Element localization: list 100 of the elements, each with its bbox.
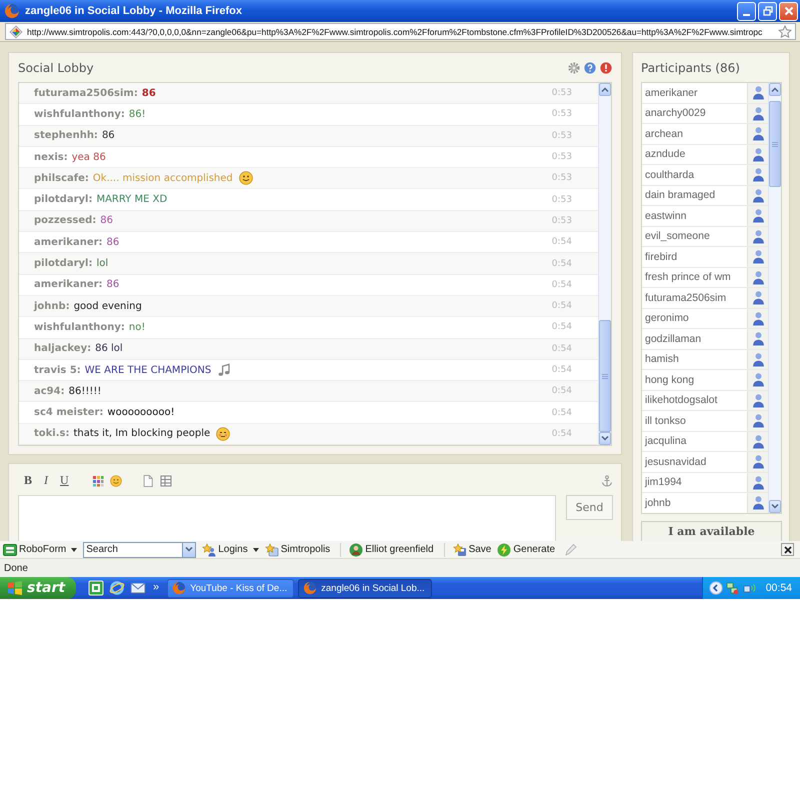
network-icon[interactable] [726, 581, 740, 595]
user-icon-cell[interactable] [747, 206, 768, 226]
restore-button[interactable] [758, 2, 777, 20]
help-icon[interactable] [584, 62, 596, 74]
user-icon-cell[interactable] [747, 144, 768, 164]
format-button[interactable]: I [41, 473, 52, 488]
toolbar-button[interactable]: Elliot greenfield [340, 542, 434, 556]
lightning-icon [497, 542, 512, 556]
user-icon [752, 270, 764, 285]
wireless-icon[interactable] [742, 581, 757, 595]
send-button[interactable]: Send [566, 495, 613, 520]
timestamp: 0:54 [552, 344, 572, 354]
user-icon [752, 331, 764, 346]
timestamp: 0:54 [552, 322, 572, 332]
scrollbar[interactable] [768, 83, 781, 513]
menu-button[interactable]: Logins [202, 542, 259, 556]
dropdown-button[interactable] [182, 542, 196, 558]
user-icon [752, 474, 764, 490]
user-icon-cell[interactable] [747, 247, 768, 266]
form-icon [3, 542, 17, 556]
toolbar-button[interactable]: Simtropolis [264, 542, 330, 556]
user-icon-cell[interactable] [747, 411, 768, 430]
timestamp: 0:54 [552, 280, 572, 290]
format-button[interactable]: U [57, 473, 72, 488]
grip-icon [772, 142, 778, 146]
clock: 00:54 [766, 582, 792, 594]
anchor-icon[interactable] [601, 474, 613, 486]
restore-icon [762, 6, 772, 16]
message-text: 86 lol [95, 343, 123, 354]
user-icon-cell[interactable] [747, 308, 768, 328]
toolbar-button[interactable]: Generate [497, 542, 556, 556]
user-icon-cell[interactable] [747, 432, 768, 451]
address-field[interactable]: http://www.simtropolis.com:443/?0,0,0,0,0&nn=zangle06&pu=http%3A%2F%2Fwww.simtropolis.com%2Fforum%2Ftombstone.cfm%3FProfileID%3D200526&au=http%3A%2F%2Fwww.simtropc [5, 23, 796, 40]
message-text: yea 86 [72, 152, 106, 163]
user-icon-cell[interactable] [747, 288, 768, 308]
format-button[interactable]: B [21, 473, 36, 488]
minimize-button[interactable] [737, 2, 756, 20]
chevron-icon[interactable] [708, 581, 723, 595]
caret-down-icon [185, 547, 194, 552]
user-icon-cell[interactable] [747, 104, 768, 123]
toolbar-button[interactable]: Save [444, 542, 492, 556]
close-icon [784, 6, 794, 16]
app-icon[interactable] [88, 580, 104, 596]
planet-icon[interactable] [109, 580, 125, 596]
user-icon-cell[interactable] [747, 472, 768, 492]
message-input[interactable] [18, 495, 556, 541]
table-icon[interactable] [160, 474, 172, 486]
timestamp: 0:53 [552, 109, 572, 120]
username: wishfulanthony: [34, 322, 125, 333]
status-button[interactable]: I am available [641, 521, 782, 541]
color-grid-icon[interactable] [92, 474, 104, 486]
user-icon-cell[interactable] [747, 124, 768, 144]
star-icon[interactable] [778, 24, 792, 38]
user-icon-cell[interactable] [747, 370, 768, 390]
scrollbar-thumb[interactable] [769, 101, 781, 187]
taskbar-button[interactable]: zangle06 in Social Lob... [298, 578, 432, 598]
user-icon [752, 228, 764, 244]
page-icon[interactable] [142, 474, 154, 486]
user-icon-cell[interactable] [747, 493, 768, 512]
timestamp: 0:54 [552, 386, 572, 396]
username: travis 5: [34, 364, 81, 376]
user-icon-cell[interactable] [747, 186, 768, 205]
message-text: 86 [102, 130, 115, 142]
scroll-down-button[interactable] [769, 500, 781, 513]
flag-icon [7, 580, 23, 596]
taskbar-button[interactable]: YouTube - Kiss of De... [167, 578, 294, 598]
scrollbar-thumb[interactable] [599, 320, 611, 432]
user-icon-cell[interactable] [747, 350, 768, 369]
mail-icon[interactable] [130, 580, 146, 596]
user-icon-cell[interactable] [747, 329, 768, 348]
scroll-down-button[interactable] [599, 432, 611, 445]
timestamp: 0:54 [552, 237, 572, 248]
username: ac94: [34, 386, 65, 397]
start-button[interactable]: start [0, 577, 76, 599]
scroll-up-button[interactable] [599, 83, 611, 96]
smiley-icon[interactable] [110, 474, 122, 486]
swirl-globe-icon [303, 581, 318, 595]
more-button[interactable]: » [151, 581, 160, 593]
user-icon-cell[interactable] [747, 226, 768, 246]
user-icon-cell[interactable] [747, 165, 768, 184]
user-icon [752, 290, 764, 306]
caret-up-icon [771, 87, 779, 92]
user-icon-cell[interactable] [747, 452, 768, 472]
menu-button[interactable]: RoboForm [3, 542, 78, 556]
user-icon-cell[interactable] [747, 390, 768, 410]
star-card-icon [264, 542, 279, 556]
close-button[interactable] [781, 543, 794, 556]
search-field[interactable]: Search [83, 542, 182, 558]
user-icon [752, 392, 764, 408]
scroll-up-button[interactable] [769, 83, 781, 96]
scrollbar[interactable] [598, 83, 611, 445]
user-icon-cell[interactable] [747, 83, 768, 102]
alert-icon[interactable] [600, 62, 612, 74]
user-icon [752, 454, 764, 470]
url-text: http://www.simtropolis.com:443/?0,0,0,0,0&nn=zangle06&pu=http%3A%2F%2Fwww.simtropolis.com%2Fforum%2Ftombstone.cfm%3FProfileID%3D200526&au=http%3A%2F%2Fwww.simtropc [27, 26, 764, 36]
settings-icon[interactable] [568, 62, 580, 74]
message-text: wooooooooo! [107, 407, 175, 418]
window-title: zangle06 in Social Lobby - Mozilla Firefox [25, 5, 243, 17]
close-icon [782, 544, 792, 554]
user-icon-cell[interactable] [747, 268, 768, 287]
